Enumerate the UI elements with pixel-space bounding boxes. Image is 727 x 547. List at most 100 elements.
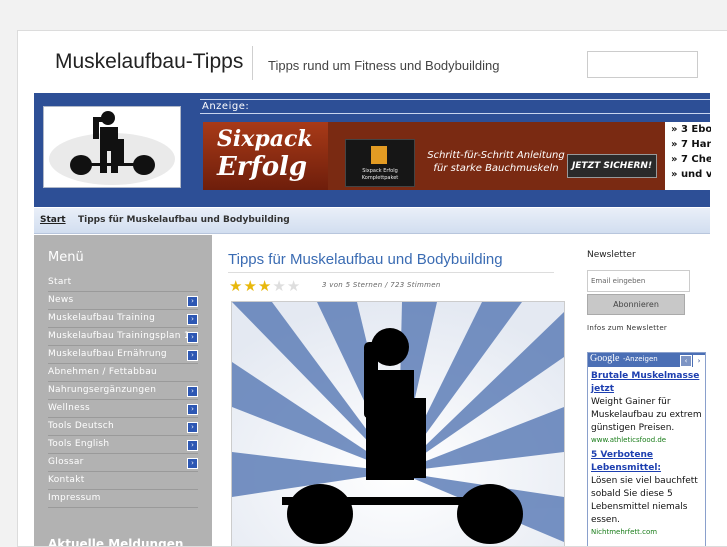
chevron-right-icon[interactable]: ›: [187, 296, 198, 307]
sidebar-item[interactable]: Glossar ›: [48, 455, 198, 472]
sidebar: Menü Start News › Muskelaufbau Training › Mus…: [34, 235, 212, 546]
star-rating[interactable]: ★★★★★: [229, 276, 301, 295]
ad-product-label: Sixpack Erfolg Komplettpaket: [361, 168, 399, 181]
site-title[interactable]: Muskelaufbau-Tipps: [55, 50, 243, 74]
site-logo[interactable]: [43, 106, 181, 188]
sidebar-item-label[interactable]: Wellness: [48, 403, 90, 413]
star-icon[interactable]: ★: [243, 277, 256, 295]
sidebar-item-label[interactable]: Start: [48, 277, 72, 287]
weightlifter-sunburst-illustration: [232, 302, 564, 546]
sidebar-item[interactable]: Impressum: [48, 491, 198, 508]
sidebar-item[interactable]: Wellness ›: [48, 401, 198, 418]
sidebar-item-label[interactable]: Tools Deutsch: [48, 421, 114, 431]
chevron-right-icon[interactable]: ›: [187, 350, 198, 361]
google-logo[interactable]: Google: [590, 353, 619, 364]
sidebar-item-label[interactable]: Muskelaufbau Training: [48, 313, 155, 323]
star-icon[interactable]: ★: [258, 277, 271, 295]
ad-feature-line: » 7 Chec: [671, 154, 711, 165]
rating-text: 3 von 5 Sternen / 723 Stimmen: [322, 281, 441, 289]
weightlifter-icon: [49, 111, 175, 185]
sidebar-item-label[interactable]: Glossar: [48, 457, 84, 467]
sidebar-item[interactable]: Kontakt: [48, 473, 198, 490]
title-divider: [228, 272, 554, 273]
banner-band: Anzeige: Sixpack Erfolg Sixpack Erfolg K…: [34, 93, 711, 207]
google-ad-item[interactable]: 5 Verbotene Lebensmittel: Lösen sie viel…: [588, 446, 705, 538]
sidebar-item[interactable]: Muskelaufbau Training ›: [48, 311, 198, 328]
breadcrumb-current: Tipps für Muskelaufbau und Bodybuilding: [78, 215, 290, 225]
sidebar-item-label[interactable]: Abnehmen / Fettabbau: [48, 367, 157, 377]
ad-feature-line: » und vi: [671, 169, 711, 180]
ad-middle-line2: für starke Bauchmuskeln: [433, 163, 559, 174]
sidebar-item-label[interactable]: Impressum: [48, 493, 101, 503]
ad-cta-button[interactable]: JETZT SICHERN!: [567, 154, 657, 178]
chevron-right-icon[interactable]: ›: [187, 386, 198, 397]
ad-feature-line: » 7 Hand: [671, 139, 711, 150]
ad-label: Anzeige:: [202, 101, 250, 112]
google-ad-url[interactable]: www.athleticsfood.de: [591, 435, 702, 446]
newsletter-title: Newsletter: [587, 250, 636, 260]
newsletter-subscribe-button[interactable]: Abonnieren: [587, 294, 685, 315]
sidebar-item[interactable]: Abnehmen / Fettabbau: [48, 365, 198, 382]
news-heading: Aktuelle Meldungen: [48, 537, 184, 547]
google-ad-headline[interactable]: Brutale Muskelmasse jetzt: [591, 370, 702, 396]
sidebar-item-label[interactable]: Kontakt: [48, 475, 85, 485]
google-ad-body: Lösen sie viel bauchfett sobald Sie dies…: [591, 476, 698, 525]
ad-title-panel: Sixpack Erfolg: [203, 122, 328, 190]
google-ad-item[interactable]: Brutale Muskelmasse jetzt Weight Gainer …: [588, 367, 705, 446]
sixpack-ad-banner[interactable]: Sixpack Erfolg Sixpack Erfolg Komplettpa…: [203, 122, 711, 190]
sidebar-item[interactable]: Start: [48, 275, 198, 292]
google-ads-label[interactable]: -Anzeigen: [623, 355, 658, 363]
ad-title-line1: Sixpack: [217, 126, 313, 152]
chevron-right-icon[interactable]: ›: [187, 404, 198, 415]
star-icon[interactable]: ★: [272, 277, 285, 295]
chevron-right-icon[interactable]: ›: [187, 440, 198, 451]
site-tagline: Tipps rund um Fitness und Bodybuilding: [268, 58, 500, 73]
search-input[interactable]: [587, 51, 698, 78]
main-content: Tipps für Muskelaufbau und Bodybuilding …: [213, 235, 573, 546]
post-image: [231, 301, 565, 546]
sidebar-item[interactable]: Muskelaufbau Ernährung ›: [48, 347, 198, 364]
sidebar-item[interactable]: Muskelaufbau Trainingsplan 1 ›: [48, 329, 198, 346]
breadcrumb-start-link[interactable]: Start: [40, 215, 66, 225]
sidebar-item[interactable]: News ›: [48, 293, 198, 310]
google-ad-body: Weight Gainer für Muskelaufbau zu extrem…: [591, 397, 702, 433]
sidebar-item[interactable]: Nahrungsergänzungen ›: [48, 383, 198, 400]
breadcrumb: Start Tipps für Muskelaufbau und Bodybui…: [34, 208, 710, 234]
banner-rule: [200, 113, 710, 114]
sixpack-product-icon: [371, 146, 387, 164]
chevron-right-icon[interactable]: ›: [187, 422, 198, 433]
banner-rule: [200, 99, 710, 100]
star-icon[interactable]: ★: [229, 277, 242, 295]
newsletter-info-link[interactable]: Infos zum Newsletter: [587, 324, 667, 332]
sidebar-item-label[interactable]: Muskelaufbau Trainingsplan 1: [48, 331, 190, 341]
header-divider: [252, 46, 253, 80]
sidebar-item-label[interactable]: Nahrungsergänzungen: [48, 385, 156, 395]
sidebar-item[interactable]: Tools English ›: [48, 437, 198, 454]
sidebar-item-label[interactable]: News: [48, 295, 74, 305]
ad-feature-list: » 3 Eboo » 7 Hand » 7 Chec » und vi: [665, 122, 711, 190]
post-title[interactable]: Tipps für Muskelaufbau und Bodybuilding: [228, 251, 503, 268]
google-ads-box: Google -Anzeigen ‹ › Brutale Muskelmasse…: [587, 352, 706, 546]
right-column: Newsletter Email eingeben Abonnieren Inf…: [574, 235, 710, 546]
google-ad-url[interactable]: Nichtmehrfett.com: [591, 527, 702, 538]
chevron-right-icon[interactable]: ›: [187, 314, 198, 325]
chevron-right-icon[interactable]: ›: [187, 332, 198, 343]
google-ads-header: Google -Anzeigen ‹ ›: [588, 353, 705, 367]
ad-middle-text: Schritt-für-Schritt Anleitung für starke…: [421, 149, 571, 175]
newsletter-email-input[interactable]: Email eingeben: [587, 270, 690, 292]
star-icon[interactable]: ★: [287, 277, 300, 295]
ad-middle-line1: Schritt-für-Schritt Anleitung: [427, 150, 565, 161]
chevron-left-icon[interactable]: ‹: [680, 355, 692, 367]
ad-feature-line: » 3 Eboo: [671, 124, 711, 135]
menu-title: Menü: [48, 250, 84, 265]
sidebar-item-label[interactable]: Muskelaufbau Ernährung: [48, 349, 167, 359]
sidebar-item[interactable]: Tools Deutsch ›: [48, 419, 198, 436]
chevron-right-icon[interactable]: ›: [187, 458, 198, 469]
sidebar-menu: Start News › Muskelaufbau Training › Muskelau…: [48, 275, 198, 509]
chevron-right-icon[interactable]: ›: [693, 355, 705, 367]
ad-product-box: Sixpack Erfolg Komplettpaket: [345, 139, 415, 187]
sidebar-item-label[interactable]: Tools English: [48, 439, 109, 449]
ad-title-line2: Erfolg: [217, 152, 308, 182]
site-header: Muskelaufbau-Tipps Tipps rund um Fitness…: [18, 31, 727, 93]
google-ad-headline[interactable]: 5 Verbotene Lebensmittel:: [591, 449, 702, 475]
